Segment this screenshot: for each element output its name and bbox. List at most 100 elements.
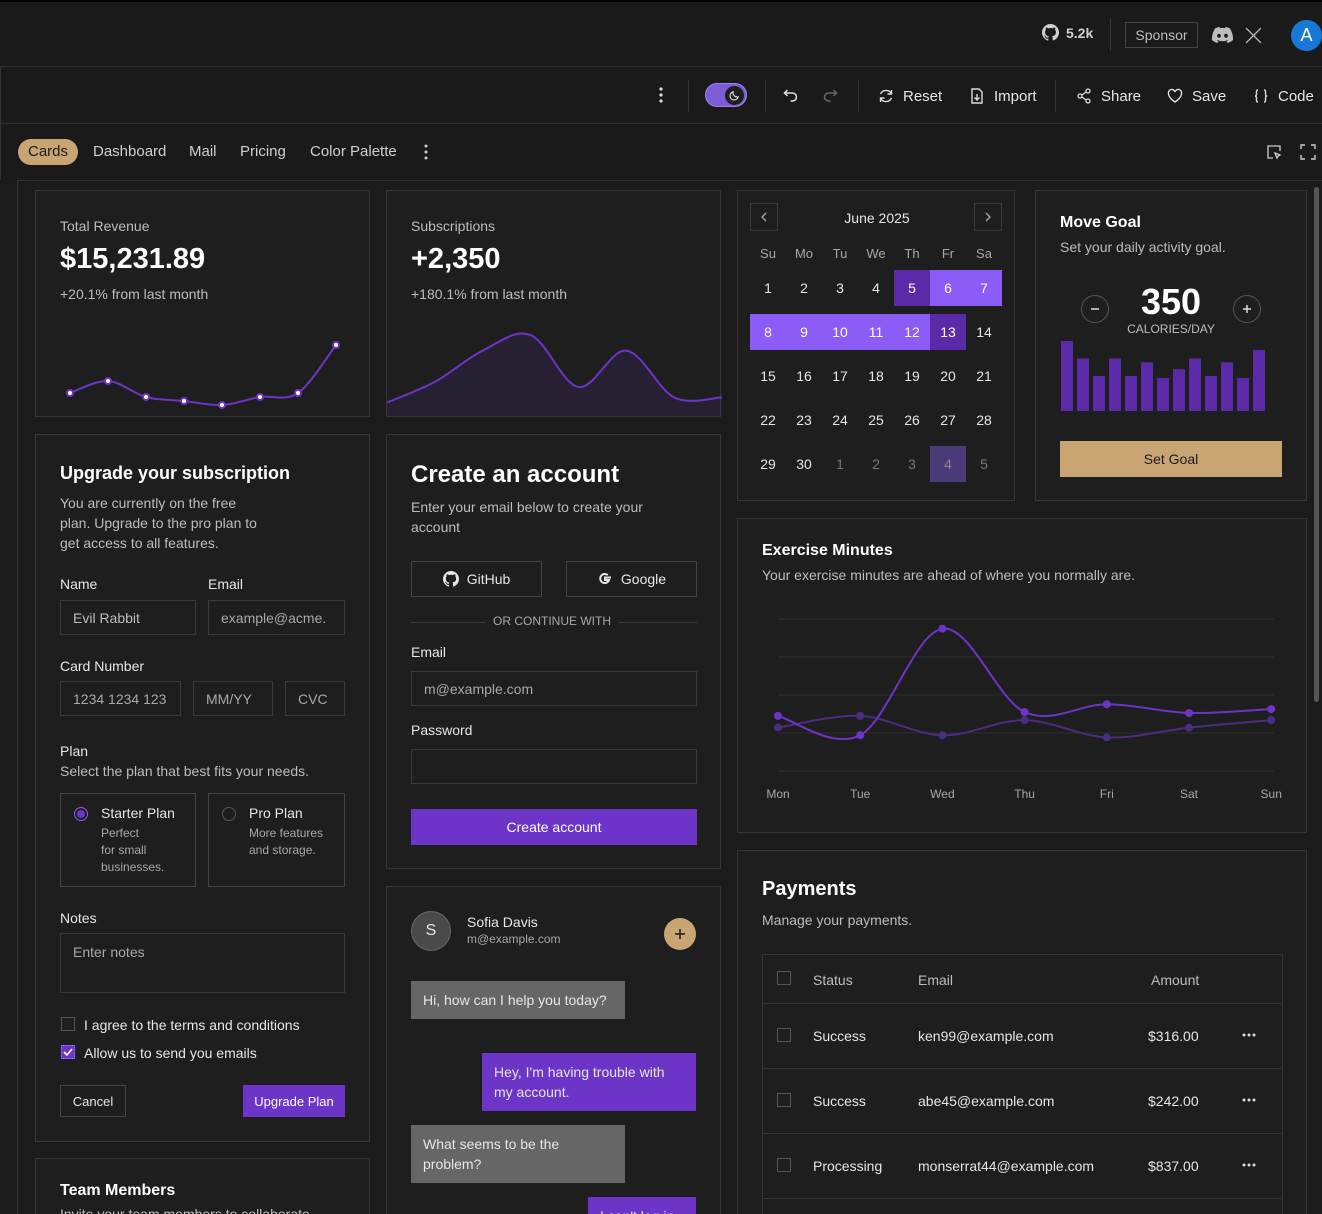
calendar-day[interactable]: 18 [858, 358, 894, 394]
calendar-day[interactable]: 7 [966, 270, 1002, 306]
calendar-day[interactable]: 30 [786, 446, 822, 482]
calendar-day[interactable]: 12 [894, 314, 930, 350]
share-button[interactable]: Share [1076, 85, 1141, 107]
calendar-day[interactable]: 26 [894, 402, 930, 438]
scrollbar[interactable] [1314, 187, 1319, 702]
calendar-day[interactable]: 14 [966, 314, 1002, 350]
tab-color-palette[interactable]: Color Palette [310, 139, 397, 165]
calendar-day[interactable]: 19 [894, 358, 930, 394]
email-input[interactable]: m@example.com [411, 671, 697, 706]
calendar-day[interactable]: 1 [822, 446, 858, 482]
pro-plan-option[interactable]: Pro Plan More features and storage. [208, 793, 345, 887]
undo-icon[interactable] [782, 87, 799, 103]
calendar-day[interactable]: 15 [750, 358, 786, 394]
calendar-day[interactable]: 5 [966, 446, 1002, 482]
revenue-point [218, 401, 226, 409]
card-number-label: Card Number [60, 658, 145, 674]
add-contact-button[interactable] [664, 918, 696, 950]
email-input[interactable]: example@acme. [208, 600, 345, 635]
github-stars-link[interactable]: 5.2k [1042, 24, 1093, 41]
decrease-button[interactable] [1081, 295, 1109, 323]
code-button[interactable]: Code [1253, 85, 1314, 107]
row-status: Success [813, 1028, 866, 1044]
calendar-day[interactable]: 28 [966, 402, 1002, 438]
next-month-button[interactable] [974, 203, 1002, 231]
more-vertical-icon[interactable] [653, 86, 669, 104]
calendar-day[interactable]: 13 [930, 314, 966, 350]
tab-cards[interactable]: Cards [18, 139, 78, 165]
calendar-day[interactable]: 17 [822, 358, 858, 394]
x-icon[interactable] [1245, 27, 1262, 44]
row-checkbox[interactable] [777, 1093, 791, 1107]
redo-icon[interactable] [822, 87, 839, 103]
more-horizontal-icon[interactable] [1242, 1098, 1256, 1102]
github-button[interactable]: GitHub [411, 561, 542, 597]
calendar-day[interactable]: 21 [966, 358, 1002, 394]
calendar-day[interactable]: 6 [930, 270, 966, 306]
save-button[interactable]: Save [1167, 85, 1226, 107]
row-checkbox[interactable] [777, 1028, 791, 1042]
calendar-day[interactable]: 8 [750, 314, 786, 350]
calendar-day[interactable]: 16 [786, 358, 822, 394]
sponsor-button[interactable]: Sponsor [1125, 22, 1198, 48]
goal-bar [1125, 376, 1137, 411]
row-checkbox[interactable] [777, 1158, 791, 1172]
radio-selected[interactable] [74, 807, 88, 821]
tab-pricing[interactable]: Pricing [240, 139, 286, 165]
select-all-checkbox[interactable] [777, 971, 791, 985]
create-account-button[interactable]: Create account [411, 809, 697, 845]
name-input[interactable]: Evil Rabbit [60, 600, 196, 635]
calendar-day[interactable]: 4 [858, 270, 894, 306]
increase-button[interactable] [1233, 295, 1261, 323]
calendar-day[interactable]: 5 [894, 270, 930, 306]
set-goal-button[interactable]: Set Goal [1060, 441, 1282, 477]
tab-mail[interactable]: Mail [189, 139, 217, 165]
starter-plan-option[interactable]: Starter Plan Perfect for small businesses. [60, 793, 196, 887]
import-button[interactable]: Import [969, 85, 1037, 107]
calendar-day[interactable]: 25 [858, 402, 894, 438]
column-header-amount: Amount [1151, 972, 1200, 988]
calendar-day[interactable]: 2 [786, 270, 822, 306]
exercise-point [1020, 708, 1029, 716]
code-label: Code [1278, 87, 1314, 105]
more-horizontal-icon[interactable] [1242, 1163, 1256, 1167]
cancel-button[interactable]: Cancel [60, 1085, 126, 1117]
table-row: Processing monserrat44@example.com $837.… [763, 1133, 1283, 1198]
tab-dashboard[interactable]: Dashboard [93, 139, 166, 165]
calendar-day[interactable]: 29 [750, 446, 786, 482]
table-row [763, 1198, 1283, 1214]
terms-checkbox[interactable] [61, 1017, 75, 1031]
upgrade-plan-button[interactable]: Upgrade Plan [243, 1085, 345, 1117]
more-horizontal-icon[interactable] [1242, 1033, 1256, 1037]
calendar-day[interactable]: 20 [930, 358, 966, 394]
calendar-day[interactable]: 2 [858, 446, 894, 482]
radio-unselected[interactable] [222, 807, 236, 821]
expiry-input[interactable]: MM/YY [193, 681, 273, 716]
card-number-input[interactable]: 1234 1234 123 [60, 681, 181, 716]
calendar-day[interactable]: 22 [750, 402, 786, 438]
cvc-input[interactable]: CVC [285, 681, 345, 716]
tabs-bar: Cards Dashboard Mail Pricing Color Palet… [0, 124, 1322, 180]
calendar-day[interactable]: 3 [822, 270, 858, 306]
calendar-day[interactable]: 3 [894, 446, 930, 482]
calendar-day[interactable]: 1 [750, 270, 786, 306]
fullscreen-icon[interactable] [1300, 144, 1316, 160]
google-button[interactable]: Google [566, 561, 697, 597]
calendar-day[interactable]: 24 [822, 402, 858, 438]
calendar-day[interactable]: 9 [786, 314, 822, 350]
calendar-day[interactable]: 10 [822, 314, 858, 350]
password-input[interactable] [411, 749, 697, 784]
calendar-day[interactable]: 4 [930, 446, 966, 482]
notes-textarea[interactable]: Enter notes [60, 933, 345, 993]
calendar-day[interactable]: 27 [930, 402, 966, 438]
discord-icon[interactable] [1212, 27, 1233, 43]
chat-message-sent: I can't log in. [588, 1197, 696, 1214]
reset-button[interactable]: Reset [878, 85, 942, 107]
calendar-day[interactable]: 23 [786, 402, 822, 438]
emails-checkbox[interactable] [61, 1045, 75, 1059]
theme-toggle[interactable] [705, 83, 747, 107]
more-vertical-icon[interactable] [418, 143, 434, 161]
inspect-icon[interactable] [1266, 144, 1282, 160]
avatar[interactable]: A [1291, 20, 1322, 51]
calendar-day[interactable]: 11 [858, 314, 894, 350]
